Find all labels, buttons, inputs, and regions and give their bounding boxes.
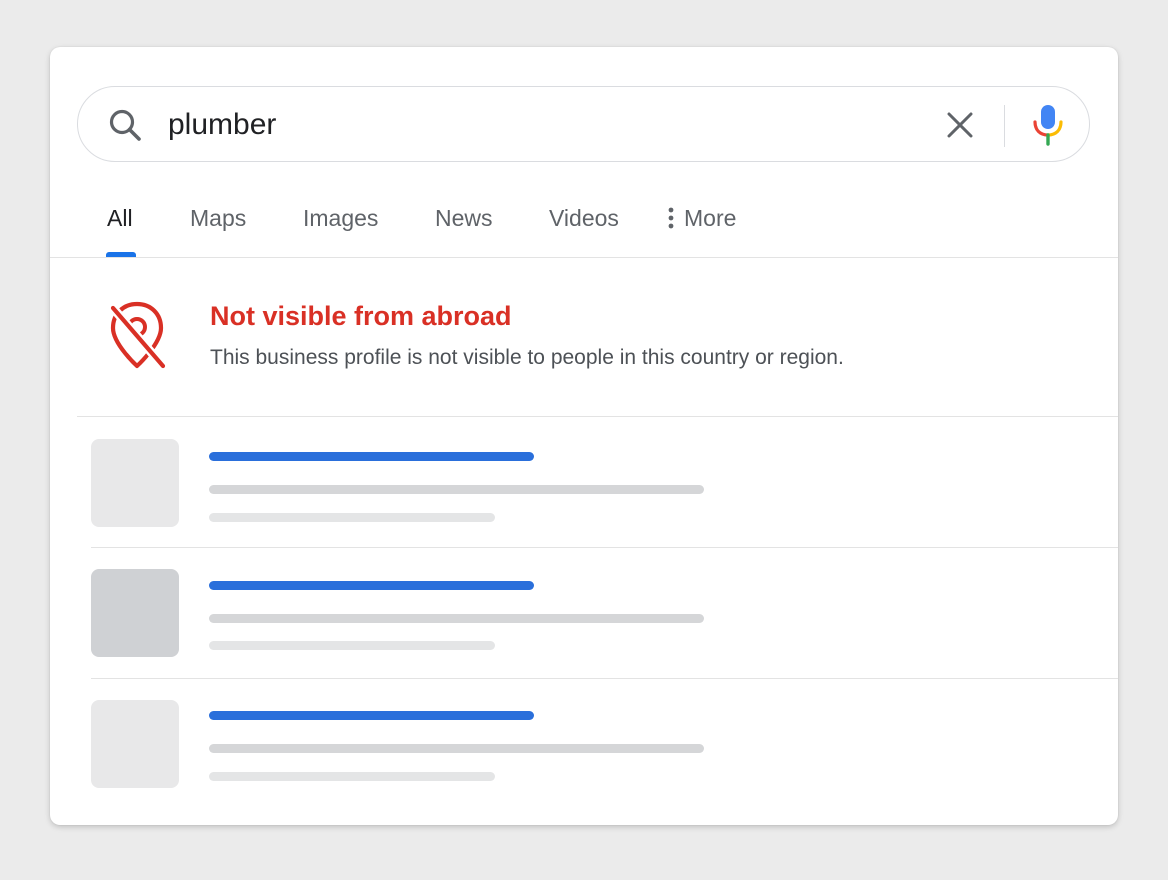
search-tabs: All Maps Images News Videos More — [50, 197, 1118, 257]
result-thumbnail — [91, 569, 179, 657]
result-snippet-placeholder — [209, 772, 495, 781]
tab-more[interactable]: More — [668, 205, 736, 232]
result-title-placeholder — [209, 581, 534, 590]
search-results-card: plumber All Maps Images News Videos More — [50, 47, 1118, 825]
result-placeholder — [50, 548, 1118, 678]
result-placeholder — [50, 417, 1118, 547]
result-title-placeholder — [209, 452, 534, 461]
tab-news[interactable]: News — [435, 205, 493, 232]
result-snippet-placeholder — [209, 641, 495, 650]
search-input[interactable]: plumber — [168, 107, 276, 143]
result-snippet-placeholder — [209, 614, 704, 623]
result-title-placeholder — [209, 711, 534, 720]
search-bar-divider — [1004, 105, 1005, 147]
result-thumbnail — [91, 700, 179, 788]
tab-more-label: More — [684, 205, 737, 231]
tab-all[interactable]: All — [107, 205, 133, 232]
result-snippet-placeholder — [209, 485, 704, 494]
search-bar[interactable]: plumber — [77, 86, 1090, 162]
tab-videos[interactable]: Videos — [549, 205, 619, 232]
close-icon[interactable] — [944, 109, 976, 141]
notice-title: Not visible from abroad — [210, 301, 512, 331]
result-thumbnail — [91, 439, 179, 527]
tab-maps[interactable]: Maps — [190, 205, 246, 232]
notice-text: This business profile is not visible to … — [210, 346, 844, 369]
microphone-icon[interactable] — [1030, 103, 1066, 147]
search-icon[interactable] — [108, 108, 142, 142]
location-off-icon — [108, 301, 167, 371]
result-snippet-placeholder — [209, 513, 495, 522]
result-placeholder — [50, 679, 1118, 809]
result-snippet-placeholder — [209, 744, 704, 753]
visibility-notice: Not visible from abroad This business pr… — [50, 258, 1118, 416]
tab-images[interactable]: Images — [303, 205, 378, 232]
more-vert-icon — [668, 207, 674, 229]
